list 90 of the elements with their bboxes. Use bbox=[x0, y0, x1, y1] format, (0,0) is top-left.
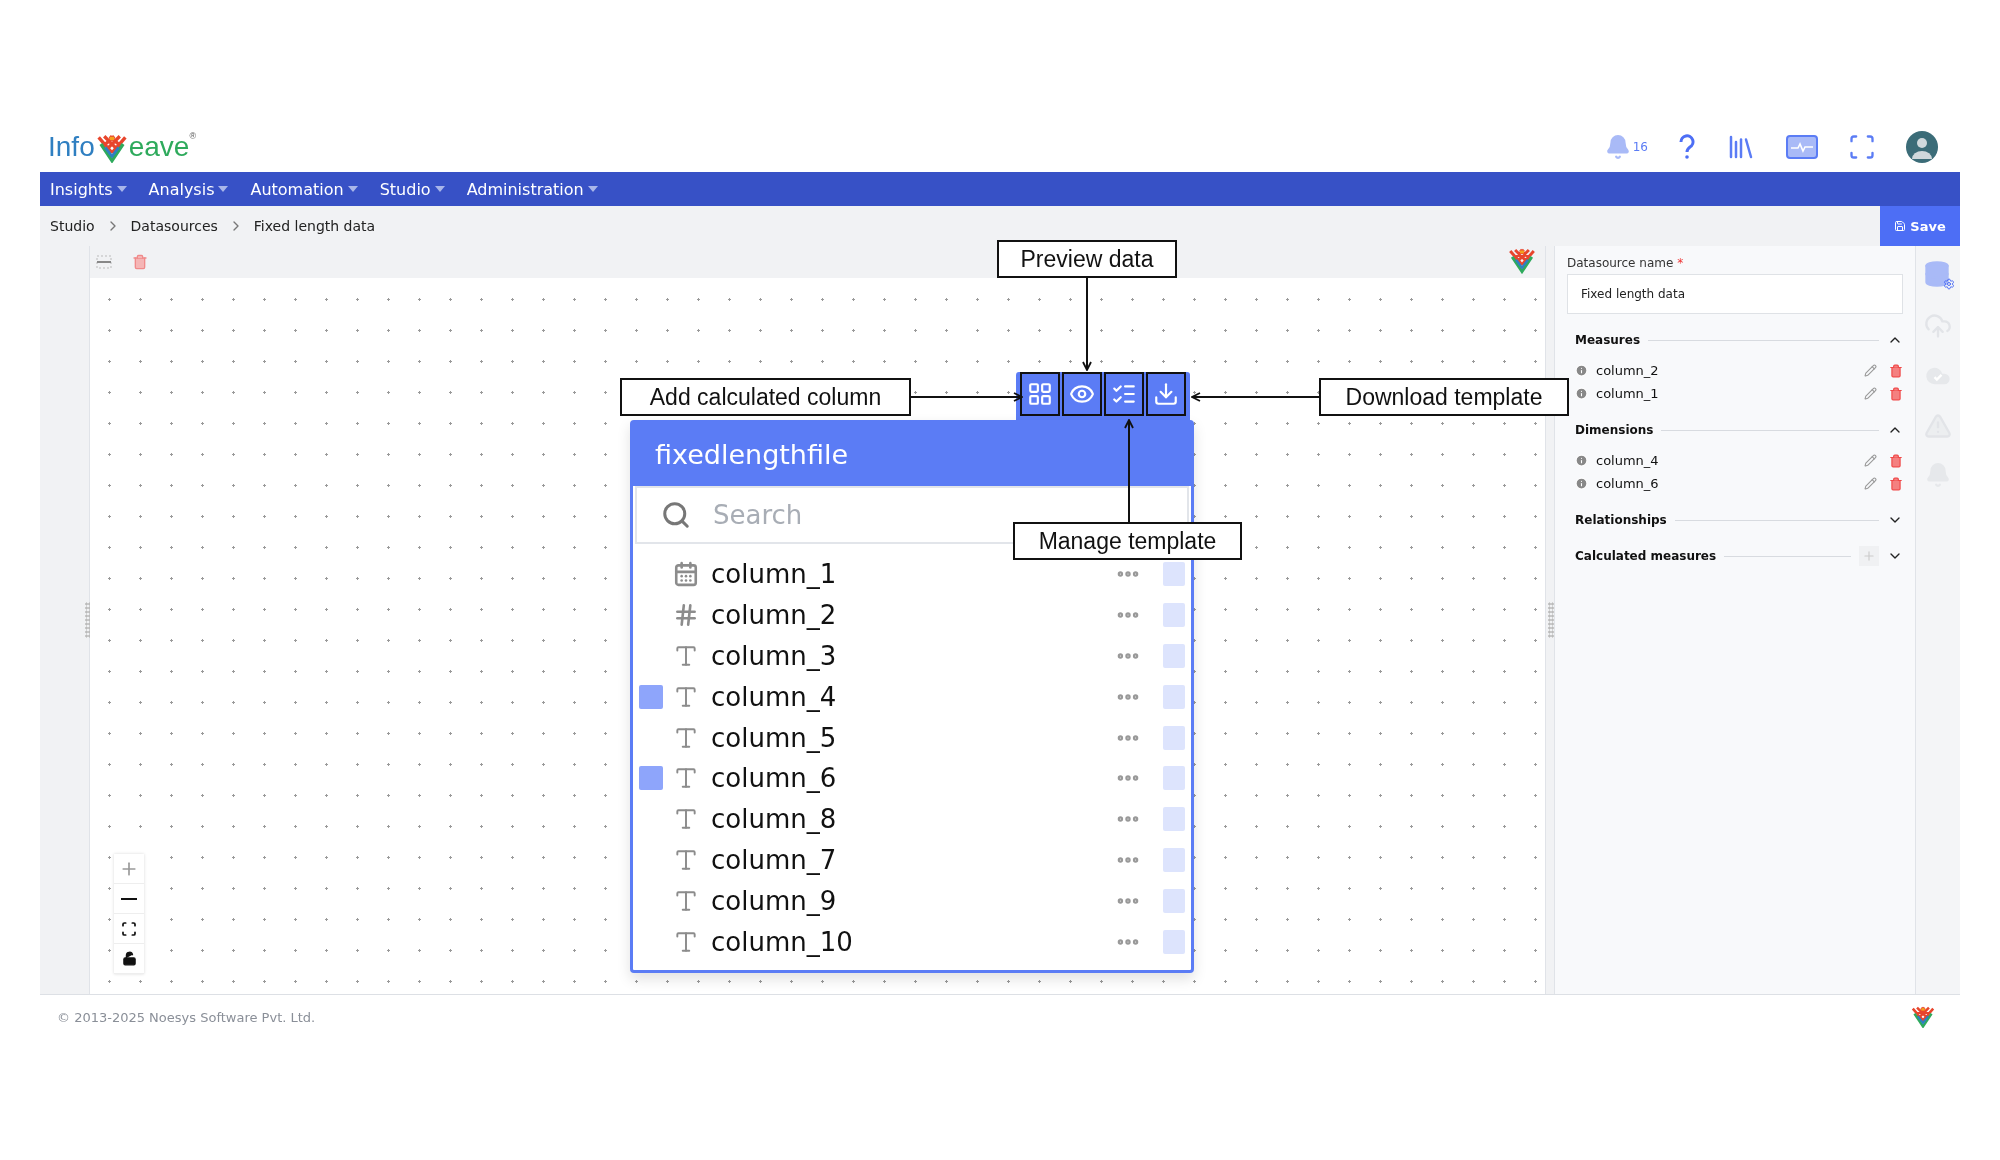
caret-icon bbox=[347, 186, 358, 192]
column-name: column_1 bbox=[711, 559, 838, 590]
callout-label: Preview data bbox=[997, 240, 1177, 278]
lock-button[interactable] bbox=[114, 944, 144, 974]
column-name: column_7 bbox=[711, 844, 838, 875]
column-name: column_5 bbox=[711, 722, 838, 753]
logo-icon bbox=[1507, 248, 1537, 274]
breadcrumb-link[interactable]: Studio bbox=[50, 218, 95, 234]
edit-icon[interactable] bbox=[1864, 477, 1877, 490]
column-name: column_10 bbox=[711, 926, 854, 957]
manage-button[interactable] bbox=[1104, 372, 1144, 416]
column-name: column_4 bbox=[711, 681, 838, 712]
save-icon bbox=[1894, 220, 1907, 232]
section-title: Measures bbox=[1575, 333, 1641, 347]
logo-text: eave bbox=[128, 131, 190, 163]
caret-icon bbox=[116, 186, 127, 192]
download-button[interactable] bbox=[1146, 372, 1186, 416]
caret-icon bbox=[218, 186, 229, 192]
bell-icon[interactable] bbox=[1604, 134, 1631, 160]
section-title: Calculated measures bbox=[1575, 549, 1717, 563]
nav-menu[interactable]: Automation bbox=[250, 179, 358, 199]
field-name: column_4 bbox=[1596, 453, 1660, 468]
column-name: column_8 bbox=[711, 804, 838, 835]
table-layout-icon[interactable] bbox=[96, 255, 112, 269]
trash-icon[interactable] bbox=[1889, 363, 1903, 378]
copyright-text: © 2013-2025 Noesys Software Pvt. Ltd. bbox=[57, 1009, 316, 1025]
grid-icon bbox=[1027, 381, 1053, 407]
selection-marker[interactable] bbox=[639, 684, 663, 709]
info-icon[interactable] bbox=[1575, 364, 1588, 377]
logo-icon bbox=[94, 134, 129, 163]
logo-icon bbox=[1910, 1005, 1936, 1029]
breadcrumb-link[interactable]: Datasources bbox=[130, 218, 218, 234]
save-button[interactable]: Save bbox=[1880, 206, 1960, 246]
trash-icon[interactable] bbox=[132, 254, 148, 270]
fit-view-icon bbox=[121, 920, 137, 937]
download-icon bbox=[1153, 381, 1179, 407]
plus-icon bbox=[1862, 549, 1876, 563]
avatar[interactable] bbox=[1906, 131, 1938, 163]
callout-label: Manage template bbox=[1013, 522, 1242, 560]
minus-icon bbox=[121, 897, 137, 900]
calendar-icon bbox=[673, 561, 699, 588]
resize-handle[interactable] bbox=[1548, 602, 1554, 638]
column-name: column_9 bbox=[711, 885, 838, 916]
notification-count: 16 bbox=[1632, 140, 1648, 154]
search-icon bbox=[661, 500, 691, 530]
trash-icon[interactable] bbox=[1889, 453, 1903, 468]
fullscreen-icon[interactable] bbox=[1848, 133, 1876, 161]
trash-icon[interactable] bbox=[1889, 476, 1903, 491]
monitor-icon[interactable] bbox=[1786, 135, 1818, 159]
text-type-icon bbox=[673, 643, 699, 669]
info-icon[interactable] bbox=[1575, 454, 1588, 467]
required-marker: * bbox=[1677, 256, 1684, 270]
column-name: column_2 bbox=[711, 600, 838, 631]
hash-icon bbox=[673, 602, 699, 629]
table-title: fixedlengthfile bbox=[633, 423, 1191, 486]
breadcrumb-link[interactable]: Fixed length data bbox=[253, 218, 376, 234]
callout-label: Add calculated column bbox=[620, 378, 911, 416]
field-label: Datasource name bbox=[1567, 256, 1674, 270]
nav-menu[interactable]: Insights bbox=[50, 179, 127, 199]
caret-icon bbox=[434, 186, 445, 192]
nav-menu[interactable]: Studio bbox=[379, 179, 445, 199]
caret-icon bbox=[587, 186, 598, 192]
preview-button[interactable] bbox=[1062, 372, 1102, 416]
section-title: Dimensions bbox=[1575, 423, 1654, 437]
field-name: column_6 bbox=[1596, 476, 1660, 491]
lock-icon bbox=[121, 951, 137, 966]
info-icon[interactable] bbox=[1575, 387, 1588, 400]
edit-icon[interactable] bbox=[1864, 364, 1877, 377]
help-icon[interactable] bbox=[1678, 134, 1696, 160]
fit-view-button[interactable] bbox=[114, 914, 144, 944]
column-name: column_6 bbox=[711, 763, 838, 794]
selection-marker[interactable] bbox=[639, 766, 663, 791]
trademark: ® bbox=[189, 131, 197, 141]
nav-menu[interactable]: Analysis bbox=[148, 179, 229, 199]
section-title: Relationships bbox=[1575, 513, 1667, 527]
field-name: column_2 bbox=[1596, 363, 1660, 378]
datasource-name-field[interactable]: Fixed length data bbox=[1567, 274, 1903, 314]
info-icon[interactable] bbox=[1575, 477, 1588, 490]
edit-icon[interactable] bbox=[1864, 454, 1877, 467]
gear-icon[interactable] bbox=[1943, 278, 1955, 290]
zoom-out-button[interactable] bbox=[114, 884, 144, 914]
column-name: column_3 bbox=[711, 641, 838, 671]
edit-icon[interactable] bbox=[1864, 387, 1877, 400]
nav-menu[interactable]: Administration bbox=[466, 179, 598, 199]
database-icon[interactable] bbox=[1923, 260, 1951, 288]
logo-text: Info bbox=[48, 131, 95, 163]
trash-icon[interactable] bbox=[1889, 386, 1903, 401]
add-column-button[interactable] bbox=[1020, 372, 1060, 416]
callout-label: Download template bbox=[1319, 378, 1569, 416]
field-name: column_1 bbox=[1596, 386, 1660, 401]
